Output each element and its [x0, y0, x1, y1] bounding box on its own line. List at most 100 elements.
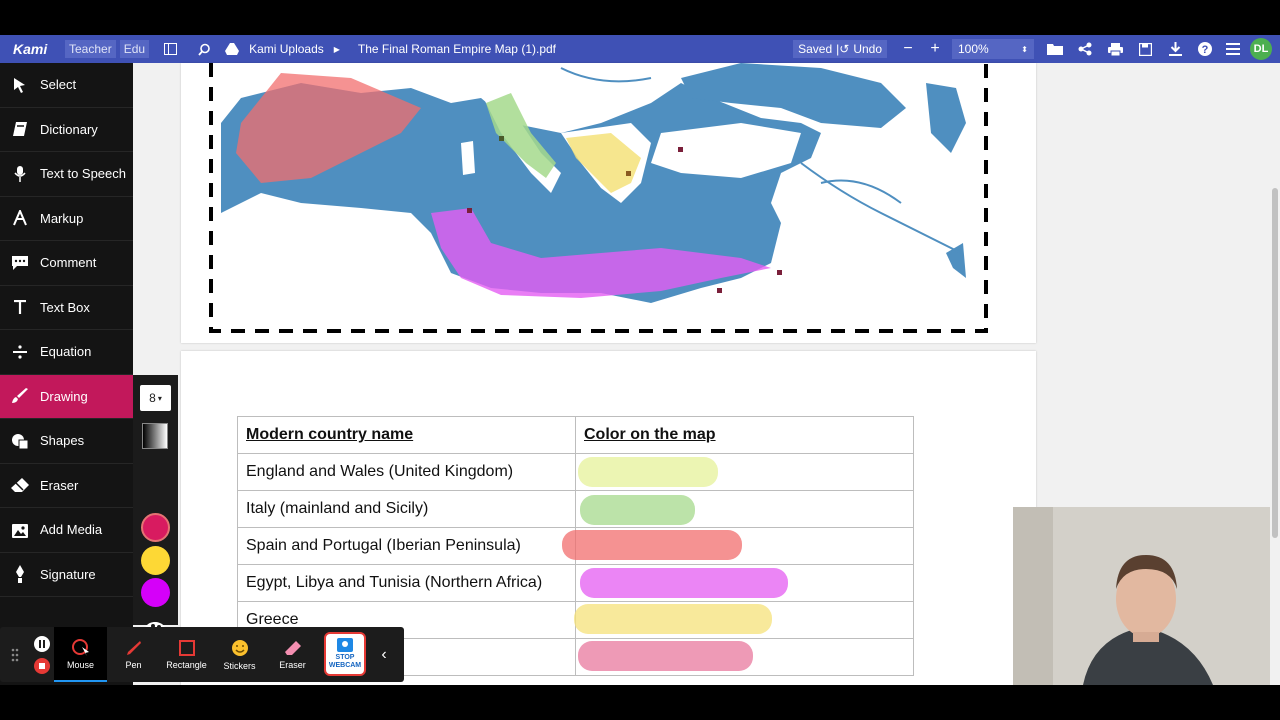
brush-size-value: 8 [149, 391, 156, 405]
pen-tool-button[interactable]: Pen [107, 627, 160, 682]
stop-webcam-button[interactable]: STOP WEBCAM [324, 632, 366, 676]
color-swatch-purple[interactable] [141, 578, 170, 607]
sidebar-item-comment[interactable]: Comment [0, 241, 133, 286]
stop-icon[interactable] [34, 657, 50, 674]
sidebar-item-drawing[interactable]: Drawing [0, 374, 133, 419]
toolbar-label: Rectangle [166, 659, 207, 670]
sidebar-item-label: Markup [40, 210, 84, 226]
file-name[interactable]: The Final Roman Empire Map (1).pdf [358, 42, 556, 56]
table-cell-color[interactable] [575, 453, 914, 491]
cursor-icon [0, 77, 40, 93]
collapse-chevron-icon[interactable]: ‹ [371, 627, 397, 682]
download-icon[interactable] [1164, 38, 1186, 60]
pen-icon [126, 640, 141, 655]
sidebar-item-label: Shapes [40, 433, 85, 449]
sidebar-item-dictionary[interactable]: Dictionary [0, 108, 133, 152]
color-swatch-pink[interactable] [141, 513, 170, 542]
book-icon [0, 121, 40, 137]
search-icon[interactable] [193, 38, 215, 60]
sidebar-item-select[interactable]: Select [0, 63, 133, 108]
table-cell-color[interactable] [575, 564, 914, 602]
share-icon[interactable] [1074, 38, 1096, 60]
shapes-icon [0, 433, 40, 449]
sidebar-item-text-to-speech[interactable]: Text to Speech [0, 152, 133, 197]
edu-chip: Edu [119, 40, 150, 58]
table-row: Spain and Portugal (Iberian Peninsula) [237, 527, 914, 565]
sidebar-item-label: Equation [40, 344, 92, 360]
speaker-icon [0, 165, 40, 182]
zoom-select[interactable]: 100% ⬍ [952, 39, 1034, 59]
help-icon[interactable]: ? [1194, 38, 1216, 60]
color-stroke [580, 495, 695, 525]
markup-icon [0, 210, 40, 226]
sticker-smiley-icon [231, 639, 248, 656]
table-cell-color[interactable] [562, 527, 914, 565]
sidebar-item-add-media[interactable]: Add Media [0, 508, 133, 553]
image-icon [0, 522, 40, 538]
table-row: England and Wales (United Kingdom) [237, 453, 914, 491]
sidebar-item-markup[interactable]: Markup [0, 197, 133, 241]
toolbar-label: Mouse [66, 659, 94, 670]
sidebar-item-eraser[interactable]: Eraser [0, 464, 133, 508]
sidebar-item-equation[interactable]: Equation [0, 330, 133, 375]
toolbar-label: Eraser [279, 659, 306, 670]
color-stroke [580, 568, 788, 598]
drive-icon [221, 38, 243, 60]
eraser-icon [0, 478, 40, 493]
page-scrollbar[interactable] [1270, 63, 1280, 685]
zoom-out-icon[interactable]: − [897, 38, 919, 60]
stickers-tool-button[interactable]: Stickers [213, 627, 266, 682]
eraser-tool-button[interactable]: Eraser [266, 627, 319, 682]
screencast-toolbar: Mouse Pen Rectangle Stickers Eraser STOP… [0, 627, 404, 682]
table-cell-country: England and Wales (United Kingdom) [237, 453, 576, 491]
table-cell-color[interactable] [575, 490, 914, 528]
breadcrumb[interactable]: Kami Uploads [249, 42, 324, 56]
sidebar-item-label: Dictionary [40, 121, 98, 137]
sidebar-item-label: Drawing [40, 388, 88, 404]
scrollbar-thumb[interactable] [1272, 188, 1278, 538]
stop-webcam-label: STOP WEBCAM [328, 654, 362, 669]
drag-handle-icon[interactable] [0, 627, 30, 682]
color-swatch-yellow[interactable] [141, 546, 170, 575]
comment-icon [0, 255, 40, 271]
pause-icon[interactable] [34, 635, 50, 652]
webcam-video [1013, 507, 1280, 685]
menu-icon[interactable] [1222, 38, 1244, 60]
pdf-page-map [181, 63, 1036, 343]
sidebar-item-label: Text Box [40, 299, 90, 315]
table-cell-country: Italy (mainland and Sicily) [237, 490, 576, 528]
sidebar-item-label: Add Media [40, 522, 103, 538]
tool-sidebar: Select Dictionary Text to Speech Markup … [0, 63, 133, 685]
sidebar-item-shapes[interactable]: Shapes [0, 419, 133, 464]
sidebar-item-text-box[interactable]: Text Box [0, 286, 133, 330]
table-cell-country: Egypt, Libya and Tunisia (Northern Afric… [237, 564, 576, 602]
svg-text:?: ? [1202, 44, 1209, 56]
divide-icon [0, 345, 40, 359]
eraser-icon [284, 640, 301, 655]
drawing-options-panel: 8 ▾ [133, 375, 178, 642]
undo-button[interactable]: Undo [853, 42, 882, 56]
undo-icon: |↺ [836, 42, 850, 56]
mouse-tool-button[interactable]: Mouse [54, 627, 107, 682]
roman-empire-map [209, 63, 988, 333]
recording-controls [30, 627, 54, 682]
opacity-slider[interactable] [142, 423, 168, 449]
zoom-in-icon[interactable]: + [924, 38, 946, 60]
sidebar-item-label: Text to Speech [40, 166, 126, 182]
save-disk-icon[interactable] [1134, 38, 1156, 60]
save-status[interactable]: Saved |↺ Undo [793, 40, 887, 58]
sidebar-toggle-icon[interactable] [159, 38, 181, 60]
brush-icon [0, 388, 40, 404]
rectangle-tool-button[interactable]: Rectangle [160, 627, 213, 682]
table-row: Egypt, Libya and Tunisia (Northern Afric… [237, 564, 914, 602]
folder-icon[interactable] [1044, 38, 1066, 60]
avatar[interactable]: DL [1250, 38, 1272, 60]
print-icon[interactable] [1104, 38, 1126, 60]
toolbar-label: Pen [125, 659, 142, 670]
color-stroke [574, 604, 772, 634]
table-cell-color[interactable] [575, 638, 914, 676]
table-cell-color[interactable] [574, 601, 914, 639]
sidebar-item-signature[interactable]: Signature [0, 553, 133, 597]
sidebar-item-label: Comment [40, 255, 97, 271]
brush-size-select[interactable]: 8 ▾ [140, 385, 171, 411]
